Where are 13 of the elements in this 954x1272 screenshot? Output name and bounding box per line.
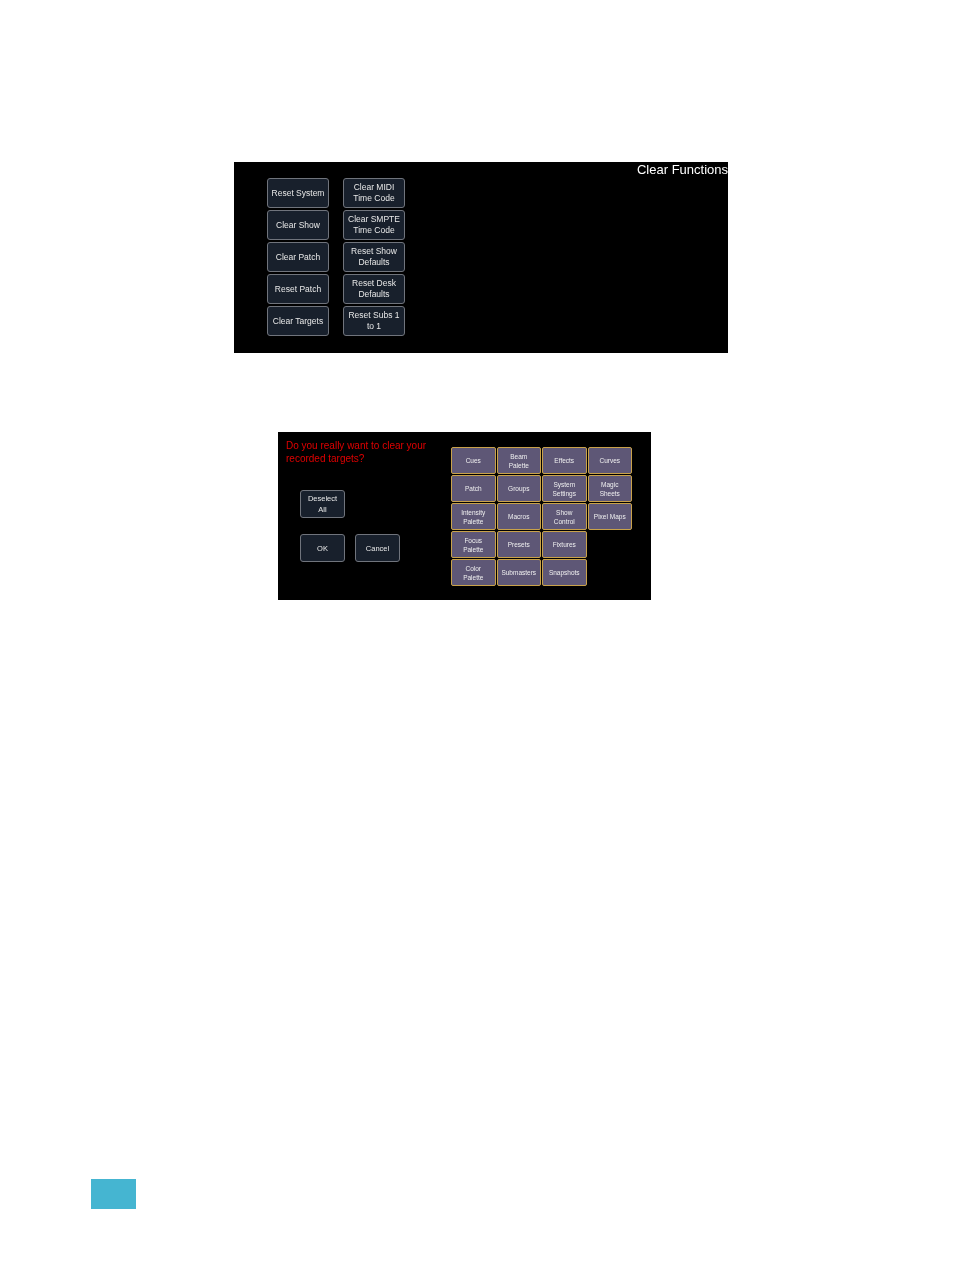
- clear-function-button[interactable]: Reset Show Defaults: [343, 242, 405, 272]
- panel-title: Clear Functions: [636, 162, 728, 177]
- clear-function-button[interactable]: Clear MIDI Time Code: [343, 178, 405, 208]
- clear-function-button[interactable]: Clear Show: [267, 210, 329, 240]
- confirmation-prompt: Do you really want to clear your recorded targets?: [286, 439, 427, 465]
- clear-function-button[interactable]: Reset Desk Defaults: [343, 274, 405, 304]
- clear-function-button[interactable]: Clear Targets: [267, 306, 329, 336]
- page-tab-block: [91, 1179, 136, 1209]
- clear-function-button[interactable]: Clear SMPTE Time Code: [343, 210, 405, 240]
- clear-function-button[interactable]: Clear Patch: [267, 242, 329, 272]
- clear-function-button[interactable]: Reset System: [267, 178, 329, 208]
- clear-function-button[interactable]: Reset Subs 1 to 1: [343, 306, 405, 336]
- clear-function-button[interactable]: Reset Patch: [267, 274, 329, 304]
